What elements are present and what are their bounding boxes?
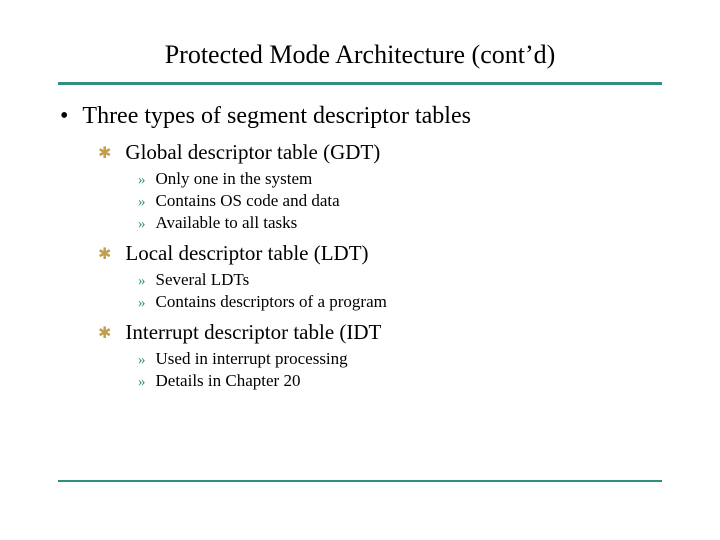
bullet-arrow-icon: » [138,172,156,189]
bullet-star-icon: ✱ [98,143,125,163]
level3-text: Details in Chapter 20 [156,371,301,391]
bullet-arrow-icon: » [138,352,156,369]
bullet-dot-icon: • [60,104,82,128]
level3-text: Available to all tasks [156,213,298,233]
level1-text: Three types of segment descriptor tables [82,103,471,130]
level3-text: Used in interrupt processing [156,349,348,369]
list-item: » Several LDTs [138,270,660,290]
bullet-star-icon: ✱ [98,323,125,343]
footer-rule [58,480,662,482]
level3-text: Only one in the system [156,169,313,189]
level2-text: Global descriptor table (GDT) [125,140,380,165]
list-item: » Used in interrupt processing [138,349,660,369]
list-item: » Contains descriptors of a program [138,292,660,312]
bullet-star-icon: ✱ [98,244,125,264]
level2-text: Local descriptor table (LDT) [125,241,368,266]
bullet-arrow-icon: » [138,295,156,312]
level3-text: Contains descriptors of a program [156,292,387,312]
list-item: » Details in Chapter 20 [138,371,660,391]
level2-text: Interrupt descriptor table (IDT [125,320,381,345]
bullet-arrow-icon: » [138,194,156,211]
list-item: » Available to all tasks [138,213,660,233]
slide-title: Protected Mode Architecture (cont’d) [0,0,720,82]
bullet-arrow-icon: » [138,374,156,391]
bullet-arrow-icon: » [138,273,156,290]
bullet-arrow-icon: » [138,216,156,233]
list-item: ✱ Interrupt descriptor table (IDT [98,320,660,345]
list-item: • Three types of segment descriptor tabl… [60,103,660,130]
level3-text: Contains OS code and data [156,191,340,211]
list-item: ✱ Global descriptor table (GDT) [98,140,660,165]
list-item: » Contains OS code and data [138,191,660,211]
list-item: » Only one in the system [138,169,660,189]
list-item: ✱ Local descriptor table (LDT) [98,241,660,266]
slide-content: • Three types of segment descriptor tabl… [0,85,720,391]
level3-text: Several LDTs [156,270,250,290]
